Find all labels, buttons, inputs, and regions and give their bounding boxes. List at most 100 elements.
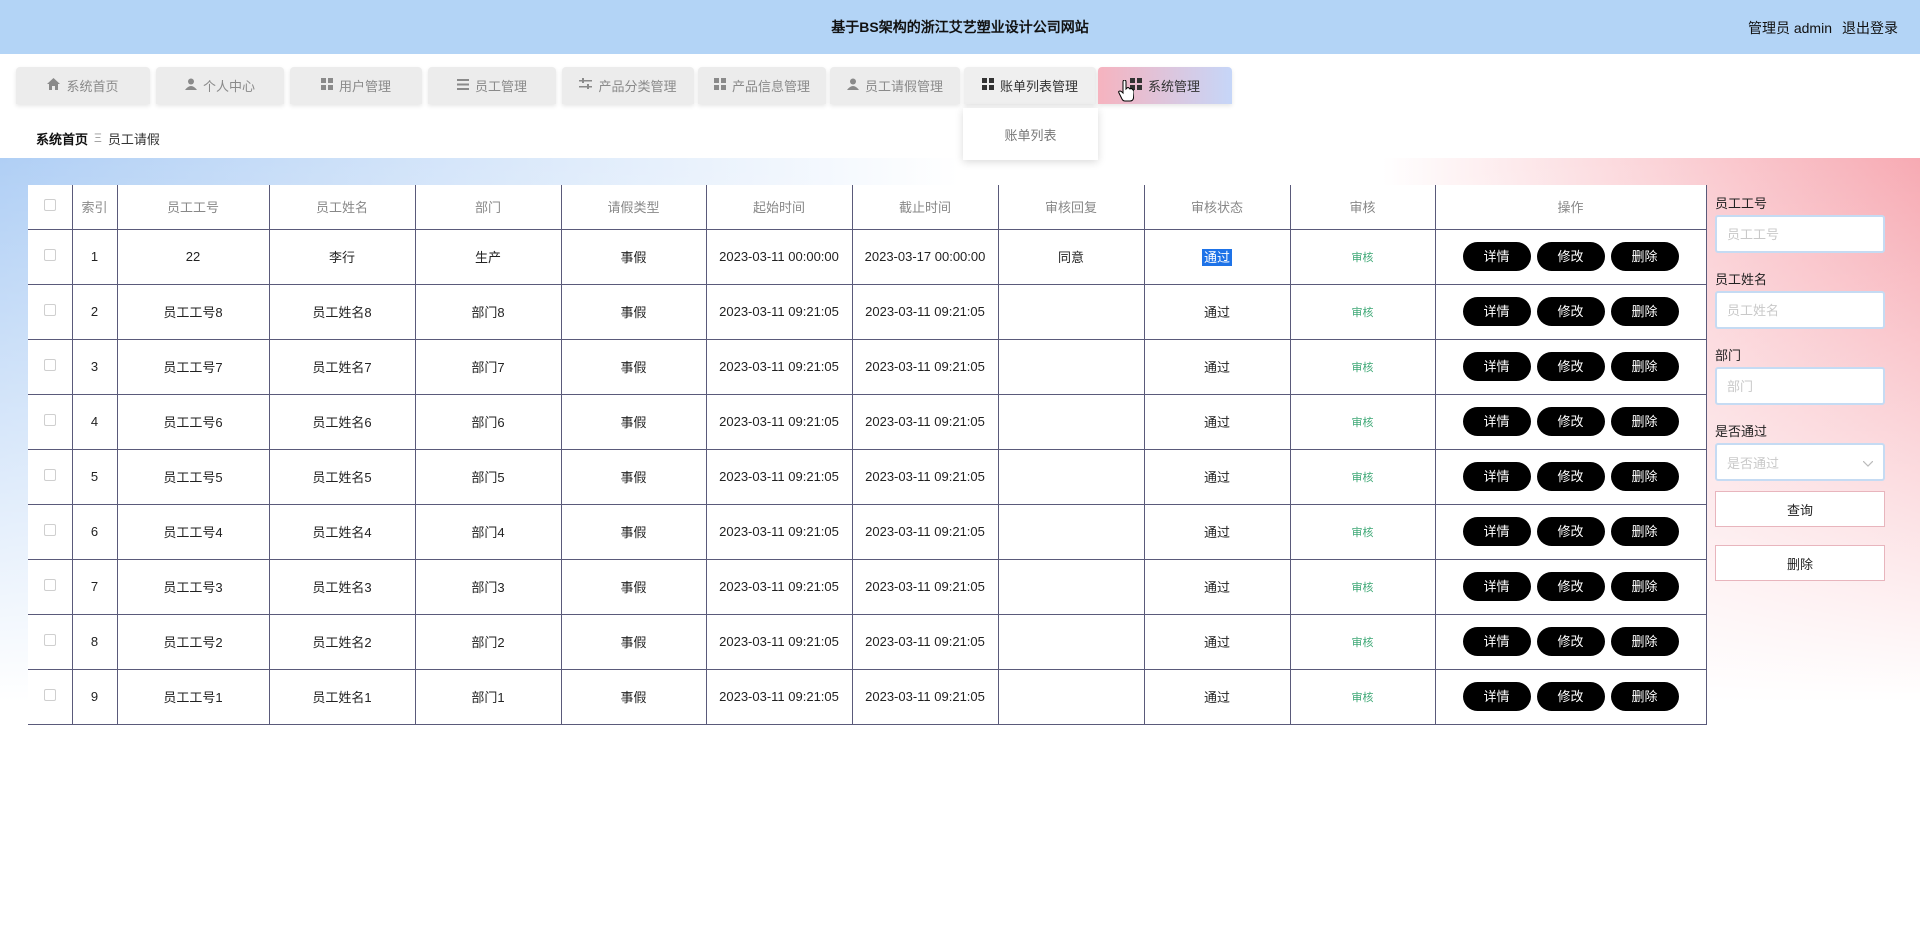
detail-button[interactable]: 详情 <box>1462 627 1531 656</box>
row-audit-link[interactable]: 审核 <box>1352 527 1374 539</box>
row-actions: 详情 修改 删除 <box>1434 503 1707 560</box>
emp-name-input[interactable] <box>1715 291 1885 329</box>
row-checkbox[interactable] <box>28 668 73 725</box>
row-index-cell: 7 <box>71 558 118 615</box>
edit-button[interactable]: 修改 <box>1536 682 1605 711</box>
row-end-time: 2023-03-11 09:21:05 <box>865 469 985 484</box>
edit-button[interactable]: 修改 <box>1536 407 1605 436</box>
row-checkbox[interactable] <box>28 558 73 615</box>
batch-delete-button[interactable]: 删除 <box>1715 545 1885 581</box>
row-audit-link[interactable]: 审核 <box>1352 472 1374 484</box>
detail-button[interactable]: 详情 <box>1462 297 1531 326</box>
row-audit-link-cell[interactable]: 审核 <box>1289 393 1436 450</box>
row-checkbox[interactable] <box>28 613 73 670</box>
row-index-cell: 5 <box>71 448 118 505</box>
row-emp-name: 李行 <box>328 250 355 265</box>
leave-table: 索引 员工工号 员工姓名 部门 请假类型 起始时间 截止时间 审核回复 审核状态… <box>28 185 1707 725</box>
delete-button[interactable]: 删除 <box>1610 352 1679 381</box>
row-checkbox[interactable] <box>28 503 73 560</box>
passed-select[interactable]: 是否通过 <box>1715 443 1885 481</box>
detail-button[interactable]: 详情 <box>1462 517 1531 546</box>
detail-button[interactable]: 详情 <box>1462 352 1531 381</box>
detail-button[interactable]: 详情 <box>1462 462 1531 491</box>
row-emp-name: 员工姓名7 <box>312 360 372 375</box>
row-emp-no-cell: 员工工号3 <box>116 558 270 615</box>
row-audit-link-cell[interactable]: 审核 <box>1289 283 1436 340</box>
row-checkbox[interactable] <box>28 393 73 450</box>
row-audit-reply-cell <box>997 338 1145 395</box>
row-audit-link[interactable]: 审核 <box>1352 582 1374 594</box>
row-start-time-cell: 2023-03-11 09:21:05 <box>705 338 853 395</box>
delete-button[interactable]: 删除 <box>1610 297 1679 326</box>
nav-item-bill-list[interactable]: 账单列表管理 <box>964 67 1096 104</box>
nav-item-profile[interactable]: 个人中心 <box>156 67 284 104</box>
nav-item-employees[interactable]: 员工管理 <box>428 67 556 104</box>
emp-no-input[interactable] <box>1715 215 1885 253</box>
row-audit-link-cell[interactable]: 审核 <box>1289 558 1436 615</box>
dept-input[interactable] <box>1715 367 1885 405</box>
logout-link[interactable]: 退出登录 <box>1842 18 1898 38</box>
row-audit-link[interactable]: 审核 <box>1352 362 1374 374</box>
edit-button[interactable]: 修改 <box>1536 242 1605 271</box>
nav-label: 个人中心 <box>202 79 255 94</box>
delete-button[interactable]: 删除 <box>1610 242 1679 271</box>
delete-button[interactable]: 删除 <box>1610 517 1679 546</box>
row-end-time-cell: 2023-03-17 00:00:00 <box>851 228 999 285</box>
row-emp-no: 员工工号1 <box>163 690 223 705</box>
row-audit-reply-cell <box>997 283 1145 340</box>
row-checkbox[interactable] <box>28 448 73 505</box>
detail-button[interactable]: 详情 <box>1462 682 1531 711</box>
row-audit-link-cell[interactable]: 审核 <box>1289 503 1436 560</box>
nav-item-product-info[interactable]: 产品信息管理 <box>698 67 826 104</box>
col-header: 截止时间 <box>851 185 999 230</box>
delete-button[interactable]: 删除 <box>1610 572 1679 601</box>
delete-button[interactable]: 删除 <box>1610 627 1679 656</box>
col-header: 审核状态 <box>1143 185 1291 230</box>
edit-button[interactable]: 修改 <box>1536 352 1605 381</box>
nav-item-product-category[interactable]: 产品分类管理 <box>562 67 694 104</box>
row-audit-link[interactable]: 审核 <box>1352 307 1374 319</box>
edit-button[interactable]: 修改 <box>1536 462 1605 491</box>
query-button[interactable]: 查询 <box>1715 491 1885 527</box>
select-all-checkbox[interactable] <box>28 185 73 230</box>
bill-list-dropdown-item[interactable]: 账单列表 <box>963 108 1098 160</box>
breadcrumb-home[interactable]: 系统首页 <box>36 129 88 148</box>
nav-item-users[interactable]: 用户管理 <box>290 67 422 104</box>
row-audit-link[interactable]: 审核 <box>1352 692 1374 704</box>
edit-button[interactable]: 修改 <box>1536 517 1605 546</box>
edit-button[interactable]: 修改 <box>1536 627 1605 656</box>
row-audit-link[interactable]: 审核 <box>1352 417 1374 429</box>
row-end-time: 2023-03-11 09:21:05 <box>865 579 985 594</box>
row-leave-type: 事假 <box>620 470 647 485</box>
delete-button[interactable]: 删除 <box>1610 462 1679 491</box>
row-start-time-cell: 2023-03-11 09:21:05 <box>705 393 853 450</box>
user-icon <box>846 78 859 93</box>
row-audit-link-cell[interactable]: 审核 <box>1289 448 1436 505</box>
edit-button[interactable]: 修改 <box>1536 297 1605 326</box>
row-audit-link-cell[interactable]: 审核 <box>1289 668 1436 725</box>
delete-button[interactable]: 删除 <box>1610 682 1679 711</box>
nav-item-home[interactable]: 系统首页 <box>16 67 150 104</box>
nav-item-employee-leave[interactable]: 员工请假管理 <box>830 67 960 104</box>
row-audit-link[interactable]: 审核 <box>1352 252 1374 264</box>
row-audit-link-cell[interactable]: 审核 <box>1289 228 1436 285</box>
row-start-time: 2023-03-11 09:21:05 <box>719 304 839 319</box>
row-checkbox[interactable] <box>28 228 73 285</box>
row-audit-link[interactable]: 审核 <box>1352 637 1374 649</box>
row-dept: 部门7 <box>471 360 505 375</box>
row-start-time: 2023-03-11 09:21:05 <box>719 524 839 539</box>
row-end-time-cell: 2023-03-11 09:21:05 <box>851 503 999 560</box>
detail-button[interactable]: 详情 <box>1462 572 1531 601</box>
row-audit-link-cell[interactable]: 审核 <box>1289 613 1436 670</box>
detail-button[interactable]: 详情 <box>1462 242 1531 271</box>
edit-button[interactable]: 修改 <box>1536 572 1605 601</box>
row-checkbox[interactable] <box>28 338 73 395</box>
col-header: 起始时间 <box>705 185 853 230</box>
row-checkbox[interactable] <box>28 283 73 340</box>
row-audit-link-cell[interactable]: 审核 <box>1289 338 1436 395</box>
row-audit-status: 通过 <box>1203 580 1230 595</box>
row-end-time-cell: 2023-03-11 09:21:05 <box>851 613 999 670</box>
row-emp-no: 员工工号8 <box>163 305 223 320</box>
detail-button[interactable]: 详情 <box>1462 407 1531 436</box>
delete-button[interactable]: 删除 <box>1610 407 1679 436</box>
